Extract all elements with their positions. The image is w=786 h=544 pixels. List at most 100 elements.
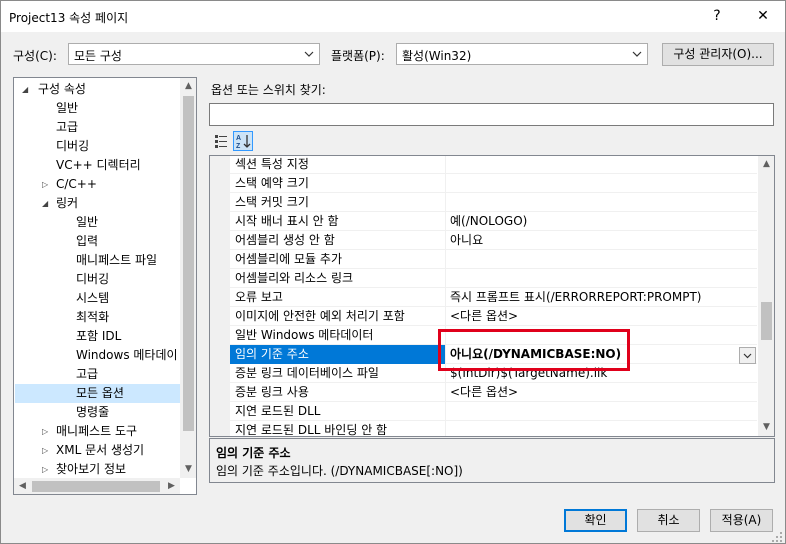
tree-item[interactable]: ▷ C/C++ xyxy=(42,175,97,194)
tree-item[interactable]: ◢ 링커 xyxy=(42,194,79,213)
collapsed-arrow-icon[interactable]: ▷ xyxy=(42,460,52,479)
tree-item[interactable]: 시스템 xyxy=(76,289,109,308)
property-name: 섹션 특성 지정 xyxy=(235,157,309,171)
tree-item[interactable]: 일반 xyxy=(76,213,98,232)
expanded-arrow-icon[interactable]: ◢ xyxy=(42,194,52,213)
expanded-arrow-icon[interactable]: ◢ xyxy=(22,80,32,99)
apply-button[interactable]: 적용(A) xyxy=(710,509,773,532)
tree-item[interactable]: 모든 옵션 xyxy=(15,384,180,403)
tree-item[interactable]: ▷ XML 문서 생성기 xyxy=(42,441,145,460)
svg-text:A: A xyxy=(236,135,241,142)
column-divider xyxy=(445,174,446,193)
column-divider xyxy=(445,193,446,212)
chevron-down-icon xyxy=(743,353,752,359)
tree-item[interactable]: ▷ 찾아보기 정보 xyxy=(42,460,126,479)
property-row[interactable]: 시작 배너 표시 안 함 예(/NOLOGO) xyxy=(230,212,757,231)
ok-button[interactable]: 확인 xyxy=(564,509,627,532)
tree-item-label: 링커 xyxy=(56,196,79,210)
search-input[interactable] xyxy=(209,103,774,126)
scroll-down-arrow-icon[interactable]: ▼ xyxy=(758,419,774,436)
column-divider xyxy=(445,231,446,250)
property-name: 증분 링크 데이터베이스 파일 xyxy=(235,366,379,380)
search-label: 옵션 또는 스위치 찾기: xyxy=(211,83,326,97)
property-value[interactable]: 즉시 프롬프트 표시(/ERRORREPORT:PROMPT) xyxy=(450,288,701,307)
property-name: 스택 커밋 크기 xyxy=(235,195,309,209)
tree-item[interactable]: 일반 xyxy=(56,99,78,118)
property-row[interactable]: 어셈블리에 모듈 추가 xyxy=(230,250,757,269)
property-value[interactable]: <다른 옵션> xyxy=(450,383,518,402)
tree-item-label: XML 문서 생성기 xyxy=(56,443,145,457)
property-pages-dialog: Project13 속성 페이지 ? ✕ 구성(C): 모든 구성 플랫폼(P)… xyxy=(0,0,786,544)
tree-item[interactable]: 디버깅 xyxy=(56,137,89,156)
property-name: 어셈블리 생성 안 함 xyxy=(235,233,335,247)
tree-item[interactable]: 입력 xyxy=(76,232,98,251)
tree-item-label: 모든 옵션 xyxy=(76,386,124,400)
scroll-right-arrow-icon[interactable]: ▶ xyxy=(163,478,180,494)
tree-horizontal-scrollbar[interactable]: ◀ ▶ xyxy=(14,478,180,494)
value-dropdown-button[interactable] xyxy=(739,347,756,364)
property-row[interactable]: 지연 로드된 DLL 바인딩 안 함 xyxy=(230,421,757,436)
alphabetical-view-button[interactable]: A Z xyxy=(233,131,253,151)
tree-item[interactable]: VC++ 디렉터리 xyxy=(56,156,141,175)
tree-item[interactable]: 고급 xyxy=(76,365,98,384)
collapsed-arrow-icon[interactable]: ▷ xyxy=(42,175,52,194)
cancel-button[interactable]: 취소 xyxy=(637,509,700,532)
property-row[interactable]: 어셈블리와 리소스 링크 xyxy=(230,269,757,288)
property-value[interactable]: 예(/NOLOGO) xyxy=(450,212,527,231)
tree-item[interactable]: ▷ 매니페스트 도구 xyxy=(42,422,137,441)
column-divider xyxy=(445,383,446,402)
scroll-up-arrow-icon[interactable]: ▲ xyxy=(180,78,196,95)
property-row[interactable]: 이미지에 안전한 예외 처리기 포함 <다른 옵션> xyxy=(230,307,757,326)
collapsed-arrow-icon[interactable]: ▷ xyxy=(42,422,52,441)
collapsed-arrow-icon[interactable]: ▷ xyxy=(42,441,52,460)
tree-hscroll-thumb[interactable] xyxy=(32,481,160,492)
property-row[interactable]: 스택 예약 크기 xyxy=(230,174,757,193)
property-row[interactable]: 어셈블리 생성 안 함 아니요 xyxy=(230,231,757,250)
tree-item-label: 고급 xyxy=(76,367,99,381)
tree-item[interactable]: 고급 xyxy=(56,118,78,137)
scroll-down-arrow-icon[interactable]: ▼ xyxy=(180,461,196,478)
help-button[interactable]: ? xyxy=(697,1,737,32)
category-tree: ◢ 구성 속성 일반 고급 디버깅 VC++ 디렉터리 ▷ C/C++ ◢ 링커 일반 입력 매니페스트… xyxy=(13,77,197,495)
tree-item-label: Windows 메타데이 xyxy=(76,348,178,362)
tree-scroll-thumb[interactable] xyxy=(183,96,194,431)
property-row[interactable]: 오류 보고 즉시 프롬프트 표시(/ERRORREPORT:PROMPT) xyxy=(230,288,757,307)
tree-item[interactable]: 매니페스트 파일 xyxy=(76,251,157,270)
scroll-up-arrow-icon[interactable]: ▲ xyxy=(758,156,774,173)
property-name: 스택 예약 크기 xyxy=(235,176,309,190)
window-title: Project13 속성 페이지 xyxy=(9,11,129,25)
tree-item[interactable]: 포함 IDL xyxy=(76,327,121,346)
tree-item[interactable]: 명령줄 xyxy=(76,403,109,422)
grid-vertical-scrollbar[interactable]: ▲ ▼ xyxy=(758,156,774,436)
tree-vertical-scrollbar[interactable]: ▲ ▼ xyxy=(180,78,196,478)
configuration-select[interactable]: 모든 구성 xyxy=(68,43,320,65)
scroll-left-arrow-icon[interactable]: ◀ xyxy=(14,478,31,494)
categorized-view-button[interactable] xyxy=(211,131,231,151)
tree-item-label: 구성 속성 xyxy=(38,82,86,96)
tree-item[interactable]: Windows 메타데이 xyxy=(76,346,178,365)
platform-label: 플랫폼(P): xyxy=(331,49,385,63)
property-row[interactable]: 스택 커밋 크기 xyxy=(230,193,757,212)
property-name: 임의 기준 주소 xyxy=(235,347,309,361)
tree-item-label: 일반 xyxy=(56,101,79,115)
platform-select[interactable]: 활성(Win32) xyxy=(396,43,648,65)
close-button[interactable]: ✕ xyxy=(743,1,783,32)
property-value[interactable]: 아니요 xyxy=(450,231,483,250)
property-row[interactable]: 지연 로드된 DLL xyxy=(230,402,757,421)
configuration-manager-button[interactable]: 구성 관리자(O)... xyxy=(662,43,774,66)
tree-item-label: 고급 xyxy=(56,120,79,134)
tree-item[interactable]: 최적화 xyxy=(76,308,109,327)
categorized-icon xyxy=(215,135,227,148)
property-value[interactable]: <다른 옵션> xyxy=(450,307,518,326)
grid-scroll-thumb[interactable] xyxy=(761,302,772,340)
tree-item-label: 매니페스트 파일 xyxy=(76,253,158,267)
tree-item-label: C/C++ xyxy=(56,177,97,191)
property-name: 오류 보고 xyxy=(235,290,283,304)
column-divider xyxy=(445,288,446,307)
resize-grip-icon[interactable] xyxy=(771,531,783,543)
property-row[interactable]: 증분 링크 사용 <다른 옵션> xyxy=(230,383,757,402)
tree-item[interactable]: ◢ 구성 속성 xyxy=(22,80,86,99)
description-title: 임의 기준 주소 xyxy=(216,446,291,460)
tree-item[interactable]: 디버깅 xyxy=(76,270,109,289)
property-row[interactable]: 섹션 특성 지정 xyxy=(230,156,757,174)
